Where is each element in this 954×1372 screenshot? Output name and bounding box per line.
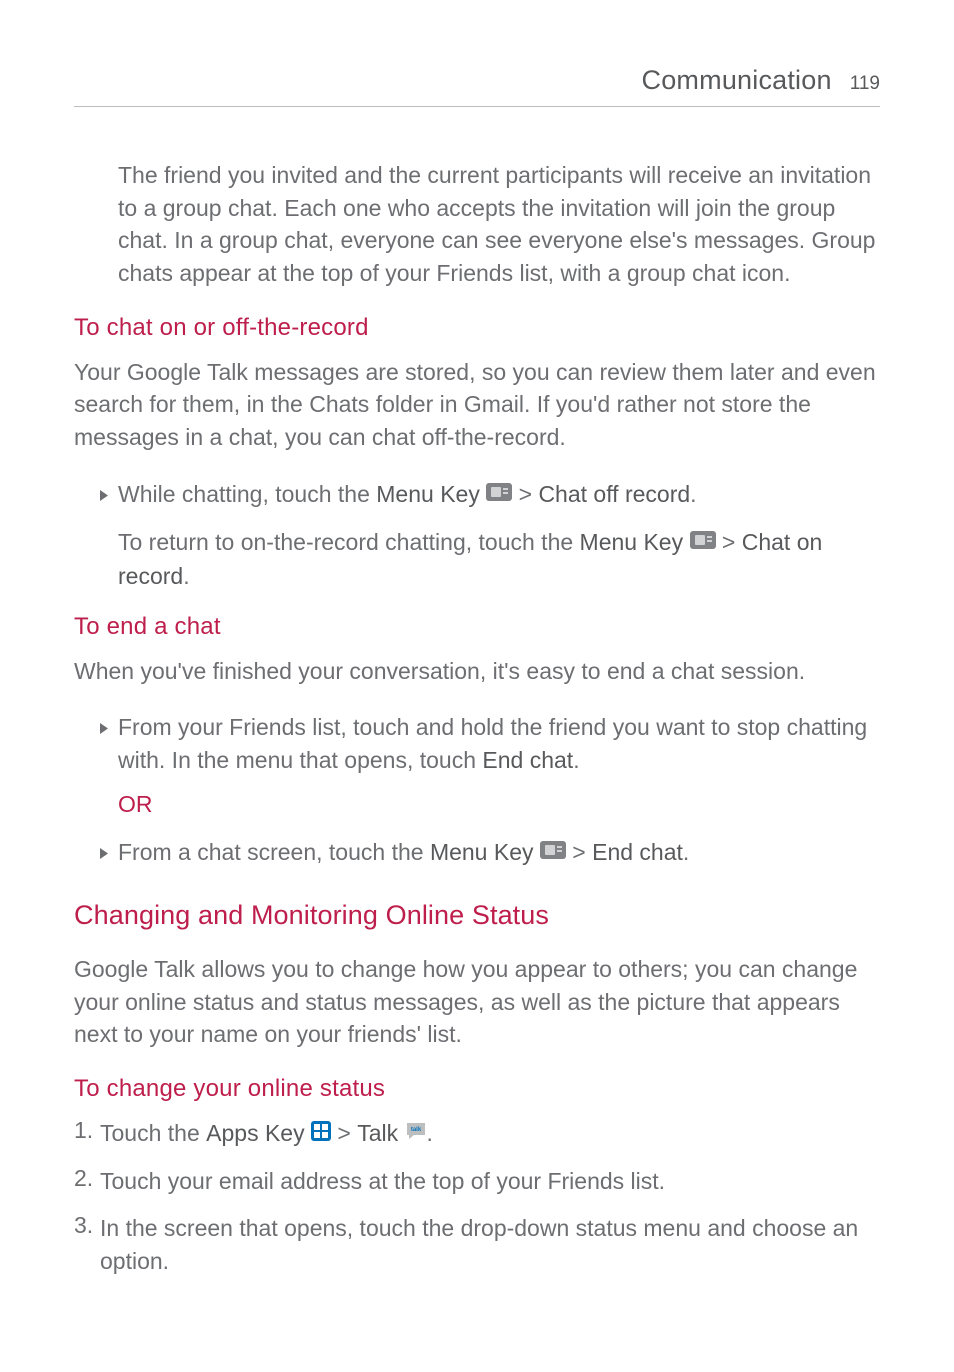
bullet-end-chat-friends: From your Friends list, touch and hold t… <box>100 711 880 776</box>
bullet-end-chat-friends-text: From your Friends list, touch and hold t… <box>118 711 880 776</box>
off-the-record-paragraph: Your Google Talk messages are stored, so… <box>74 356 880 454</box>
page-header: Communication 119 <box>74 65 880 107</box>
step-1: Touch the Apps Key > Talk talk . <box>74 1117 880 1151</box>
subheading-off-the-record: To chat on or off-the-record <box>74 314 880 342</box>
section-heading-online-status: Changing and Monitoring Online Status <box>74 900 880 931</box>
subheading-change-status: To change your online status <box>74 1075 880 1103</box>
bullet-end-chat-screen: From a chat screen, touch the Menu Key >… <box>100 836 880 870</box>
step-3: In the screen that opens, touch the drop… <box>74 1212 880 1277</box>
bullet-off-record: While chatting, touch the Menu Key > Cha… <box>100 478 880 512</box>
menu-key-icon <box>486 477 512 510</box>
header-page-number: 119 <box>850 73 880 95</box>
svg-text:talk: talk <box>410 1127 421 1133</box>
online-status-paragraph: Google Talk allows you to change how you… <box>74 953 880 1051</box>
on-record-followup: To return to on-the-record chatting, tou… <box>118 526 880 593</box>
menu-key-icon <box>690 525 716 558</box>
end-chat-paragraph: When you've finished your conversation, … <box>74 655 880 688</box>
step-2: Touch your email address at the top of y… <box>74 1165 880 1198</box>
bullet-triangle-icon <box>100 488 108 512</box>
bullet-off-record-text: While chatting, touch the Menu Key > Cha… <box>118 478 697 512</box>
menu-key-icon <box>540 835 566 868</box>
or-label: OR <box>118 791 880 818</box>
subheading-end-chat: To end a chat <box>74 613 880 641</box>
bullet-triangle-icon <box>100 721 108 776</box>
bullet-end-chat-screen-text: From a chat screen, touch the Menu Key >… <box>118 836 689 870</box>
intro-paragraph: The friend you invited and the current p… <box>118 159 880 290</box>
apps-key-icon <box>311 1117 331 1150</box>
header-section-title: Communication <box>642 65 832 96</box>
numbered-steps: Touch the Apps Key > Talk talk . Touch y… <box>74 1117 880 1277</box>
talk-icon: talk <box>405 1117 427 1150</box>
bullet-triangle-icon <box>100 846 108 870</box>
